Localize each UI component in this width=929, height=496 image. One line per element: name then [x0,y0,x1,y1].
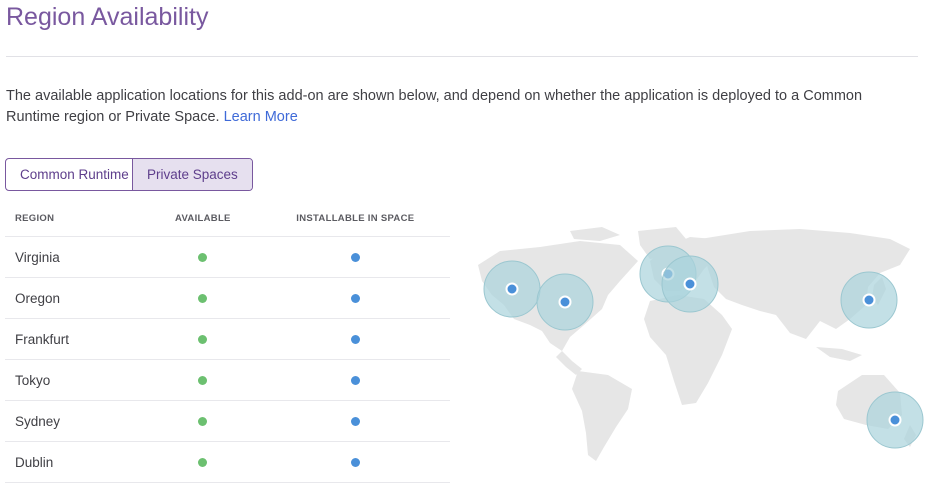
description: The available application locations for … [6,86,906,128]
table-header-row: REGION AVAILABLE INSTALLABLE IN SPACE [5,201,450,237]
available-dot-icon [198,458,208,468]
installable-cell [260,318,450,360]
installable-cell [260,277,450,319]
page-title: Region Availability [6,3,209,31]
title-divider [6,56,918,57]
available-dot-icon [198,253,208,263]
region-name: Oregon [5,277,146,319]
region-name: Virginia [5,236,146,278]
table-row: Virginia [5,236,450,278]
available-cell [145,318,261,360]
region-table: REGION AVAILABLE INSTALLABLE IN SPACE Vi… [5,201,450,483]
installable-cell [260,400,450,442]
available-dot-icon [198,294,208,304]
table-row: Tokyo [5,359,450,401]
table-row: Oregon [5,277,450,319]
region-name: Frankfurt [5,318,146,360]
available-dot-icon [198,376,208,386]
runtime-toggle: Common Runtime Private Spaces [5,158,253,191]
installable-dot-icon [350,294,360,304]
marker-virginia[interactable] [536,273,594,331]
description-text: The available application locations for … [6,88,863,125]
available-cell [145,441,261,483]
marker-oregon[interactable] [483,260,541,318]
world-map [478,227,924,461]
available-cell [145,236,261,278]
available-cell [145,359,261,401]
header-installable: INSTALLABLE IN SPACE [260,201,450,237]
available-dot-icon [198,335,208,345]
installable-dot-icon [350,417,360,427]
marker-tokyo[interactable] [840,271,898,329]
available-dot-icon [198,417,208,427]
table-row: Sydney [5,400,450,442]
installable-cell [260,236,450,278]
installable-dot-icon [350,335,360,345]
marker-frankfurt[interactable] [661,255,719,313]
region-name: Sydney [5,400,146,442]
installable-cell [260,359,450,401]
region-name: Dublin [5,441,146,483]
tab-common-runtime[interactable]: Common Runtime [6,159,133,190]
tab-private-spaces[interactable]: Private Spaces [133,159,252,190]
installable-dot-icon [350,253,360,263]
installable-cell [260,441,450,483]
installable-dot-icon [350,376,360,386]
region-name: Tokyo [5,359,146,401]
marker-sydney[interactable] [866,391,924,449]
header-available: AVAILABLE [145,201,261,237]
learn-more-link[interactable]: Learn More [224,109,298,125]
region-table-body: Virginia Oregon Frankfurt Tokyo Sydney Dublin [5,236,450,483]
installable-dot-icon [350,458,360,468]
available-cell [145,277,261,319]
table-row: Dublin [5,441,450,483]
available-cell [145,400,261,442]
table-row: Frankfurt [5,318,450,360]
header-region: REGION [5,201,146,237]
